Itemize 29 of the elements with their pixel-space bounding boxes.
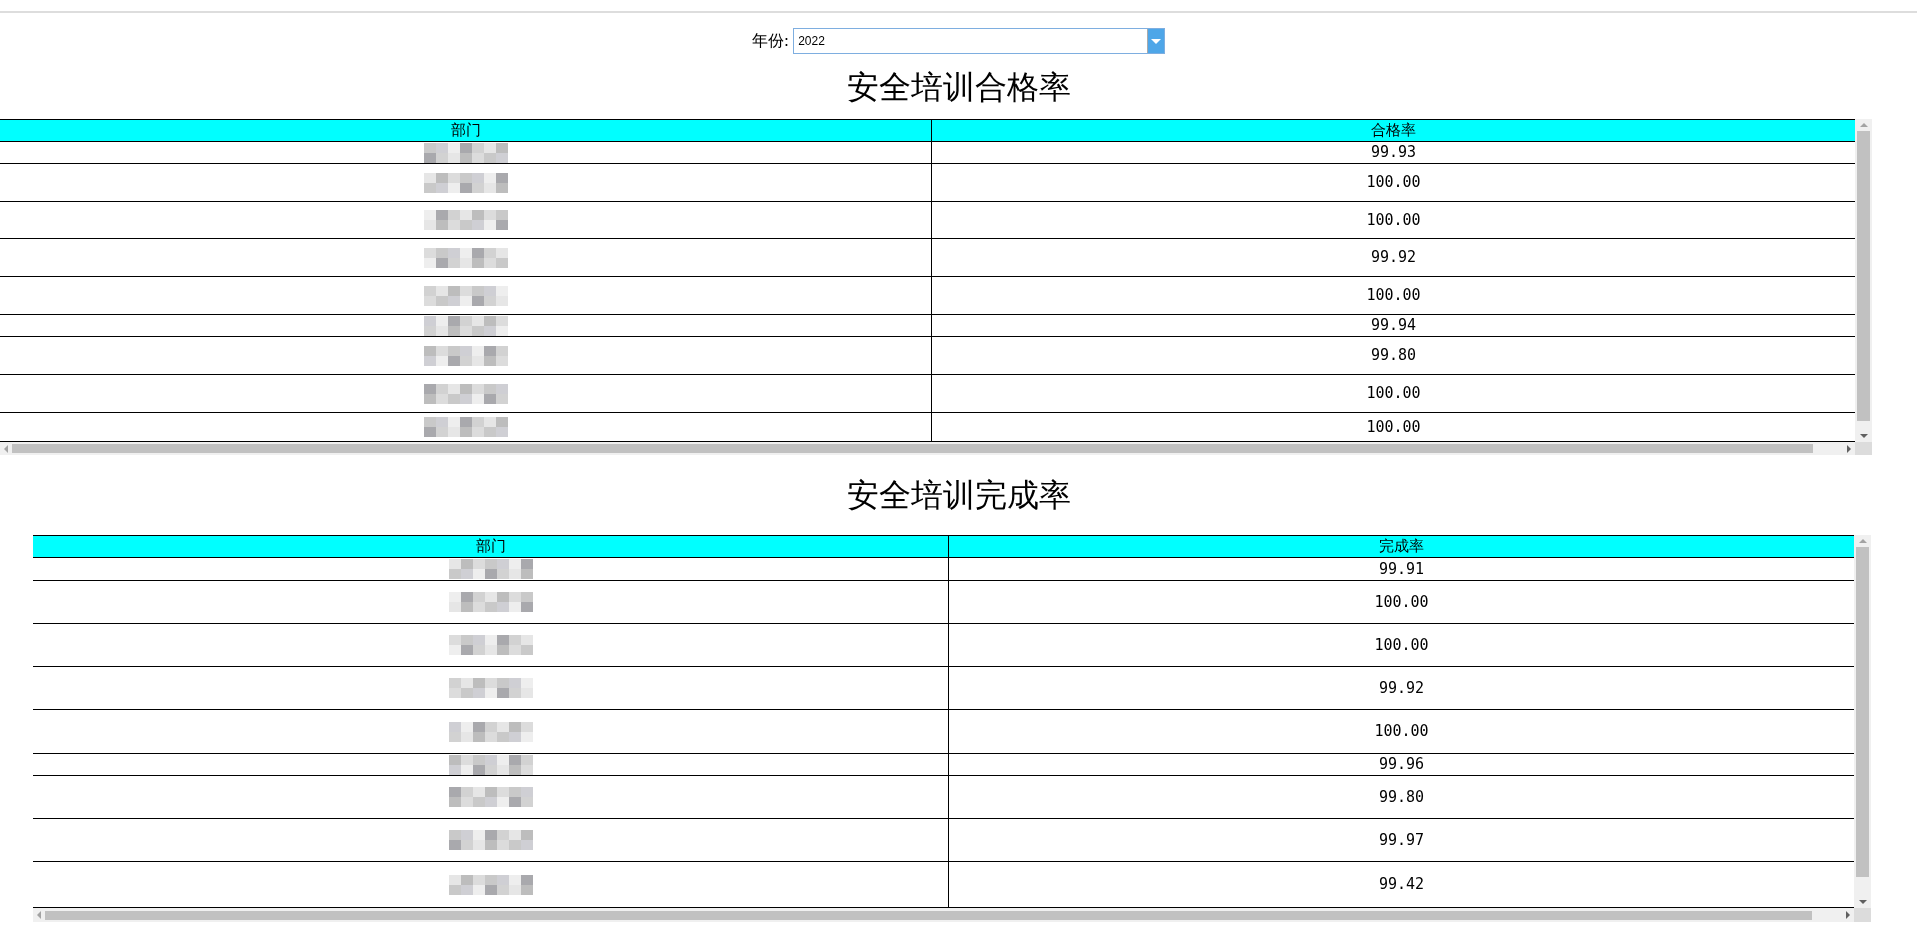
rate-cell-text: 100.00 [1374,721,1429,743]
rate-cell-text: 100.00 [1366,172,1421,194]
rate-cell-text: 99.91 [1378,558,1425,580]
rate-cell-text: 100.00 [1366,383,1421,405]
column-header: 完成率 [1378,536,1425,557]
rate-cell-text: 99.92 [1378,677,1425,699]
rate-cell-text: 99.97 [1378,829,1425,851]
rate-cell-text: 99.94 [1370,315,1417,337]
year-select[interactable]: 2022 [793,28,1166,54]
dropdown-button[interactable] [1147,29,1165,53]
rate-cell-text: 99.92 [1370,247,1417,269]
rate-cell-text: 99.93 [1370,142,1417,164]
year-label: 年份: [751,30,790,52]
rate-cell-text: 100.00 [1374,634,1429,656]
rate-cell-text: 100.00 [1366,285,1421,307]
rate-cell-text: 99.42 [1378,874,1425,896]
table-title: 安全培训合格率 [846,70,1071,103]
table-title: 安全培训完成率 [846,479,1071,511]
column-header: 合格率 [1370,120,1417,141]
rate-cell-text: 100.00 [1374,591,1429,613]
rate-cell-text: 99.80 [1378,786,1425,808]
rate-cell-text: 99.96 [1378,754,1425,776]
column-header: 部门 [0,120,932,141]
scrollbar-corner [1855,442,1872,455]
column-header: 部门 [33,536,949,557]
rate-cell-text: 99.80 [1370,345,1417,367]
scrollbar-corner [1854,908,1871,922]
rate-cell-text: 100.00 [1366,416,1421,438]
rate-cell-text: 100.00 [1366,209,1421,231]
